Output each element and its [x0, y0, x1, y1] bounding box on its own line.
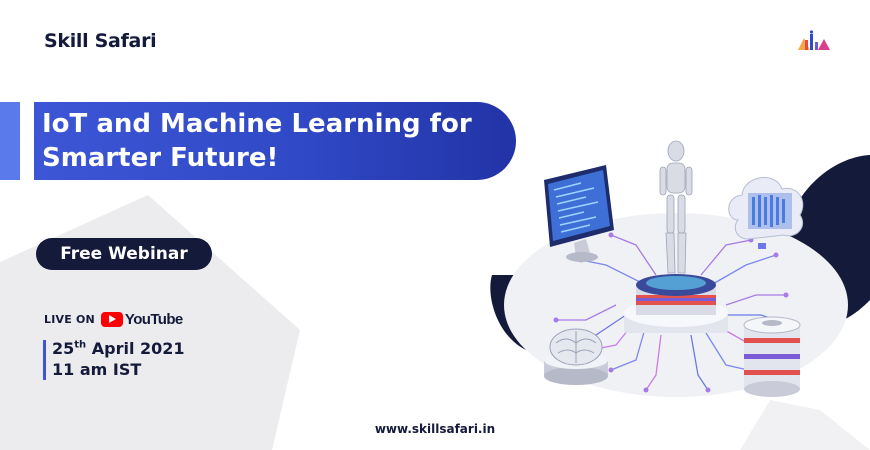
webinar-time: 11 am IST — [52, 360, 142, 379]
live-on-label: LIVE ON — [44, 312, 95, 326]
webinar-date: 25th April 2021 — [52, 338, 185, 359]
title-line-2: Smarter Future! — [42, 143, 279, 173]
webinar-schedule: 25th April 2021 11 am IST — [52, 338, 185, 380]
free-webinar-badge: Free Webinar — [36, 238, 212, 270]
youtube-wordmark: YouTube — [124, 310, 183, 328]
youtube-play-icon — [100, 311, 123, 327]
title-accent-bar — [0, 102, 20, 180]
date-month-year: April 2021 — [91, 339, 185, 358]
youtube-logo: YouTube — [100, 310, 183, 328]
database-icon — [743, 316, 801, 397]
skill-safari-logo: Skill Safari — [44, 30, 157, 52]
pedestal — [624, 274, 728, 333]
bar-chart-mark-icon — [798, 30, 830, 50]
title-line-1: IoT and Machine Learning for — [42, 109, 472, 139]
date-accent-bar — [43, 340, 46, 380]
brain-icon — [544, 328, 608, 385]
date-day: 25 — [52, 339, 75, 358]
webinar-title: IoT and Machine Learning for Smarter Fut… — [34, 102, 516, 180]
iot-ml-illustration — [490, 140, 870, 397]
date-day-suffix: th — [74, 339, 87, 351]
website-url[interactable]: www.skillsafari.in — [0, 422, 870, 436]
live-on-youtube: LIVE ON YouTube — [44, 309, 183, 329]
